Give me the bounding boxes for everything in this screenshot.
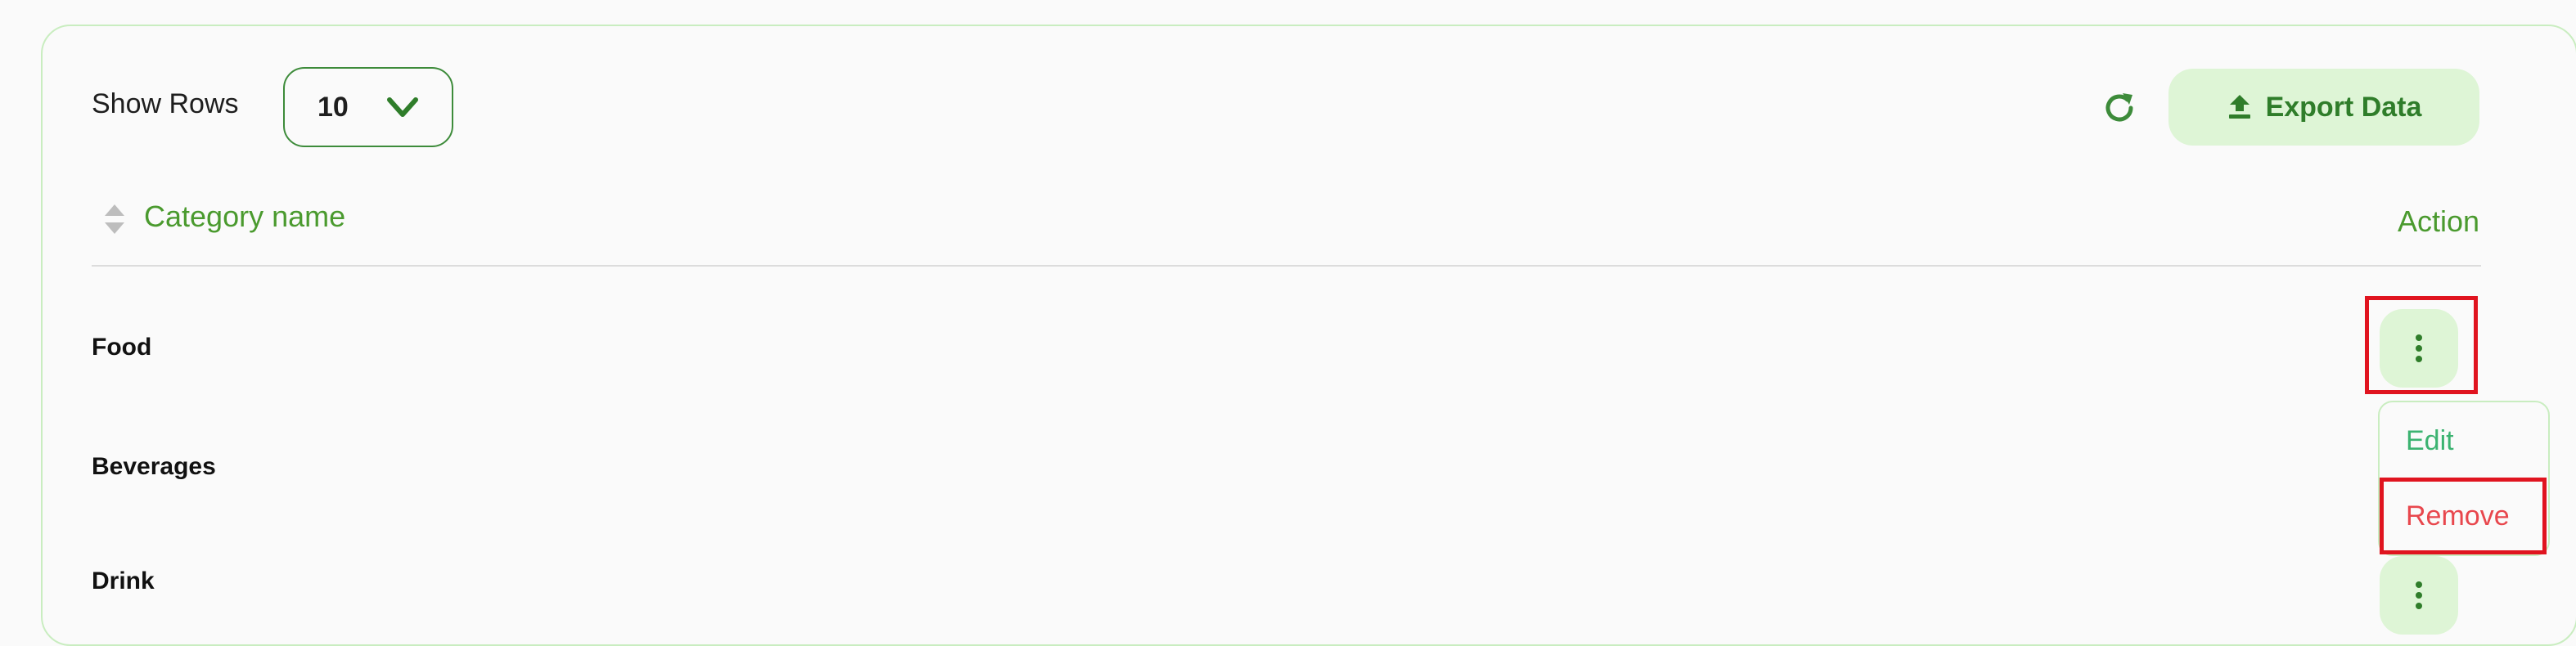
refresh-icon[interactable] (2100, 88, 2139, 128)
column-header-category-name[interactable]: Category name (144, 200, 345, 234)
sort-icon[interactable] (103, 203, 126, 236)
rows-per-page-value: 10 (317, 91, 349, 123)
chevron-down-icon (387, 97, 418, 117)
header-divider (92, 265, 2481, 267)
table-row-name: Beverages (92, 453, 216, 480)
edit-menu-item[interactable]: Edit (2406, 425, 2454, 457)
export-data-label: Export Data (2265, 91, 2422, 123)
kebab-menu-icon (2416, 581, 2422, 609)
table-row-name: Food (92, 334, 152, 361)
upload-icon (2228, 95, 2250, 119)
table-row-name: Drink (92, 567, 155, 594)
row-actions-highlight (2365, 296, 2478, 394)
remove-highlight (2380, 478, 2547, 554)
rows-per-page-select[interactable]: 10 (283, 67, 453, 147)
column-header-action: Action (2397, 204, 2479, 238)
export-data-button[interactable]: Export Data (2168, 69, 2479, 146)
show-rows-label: Show Rows (92, 88, 239, 119)
row-actions-button[interactable] (2380, 556, 2458, 635)
